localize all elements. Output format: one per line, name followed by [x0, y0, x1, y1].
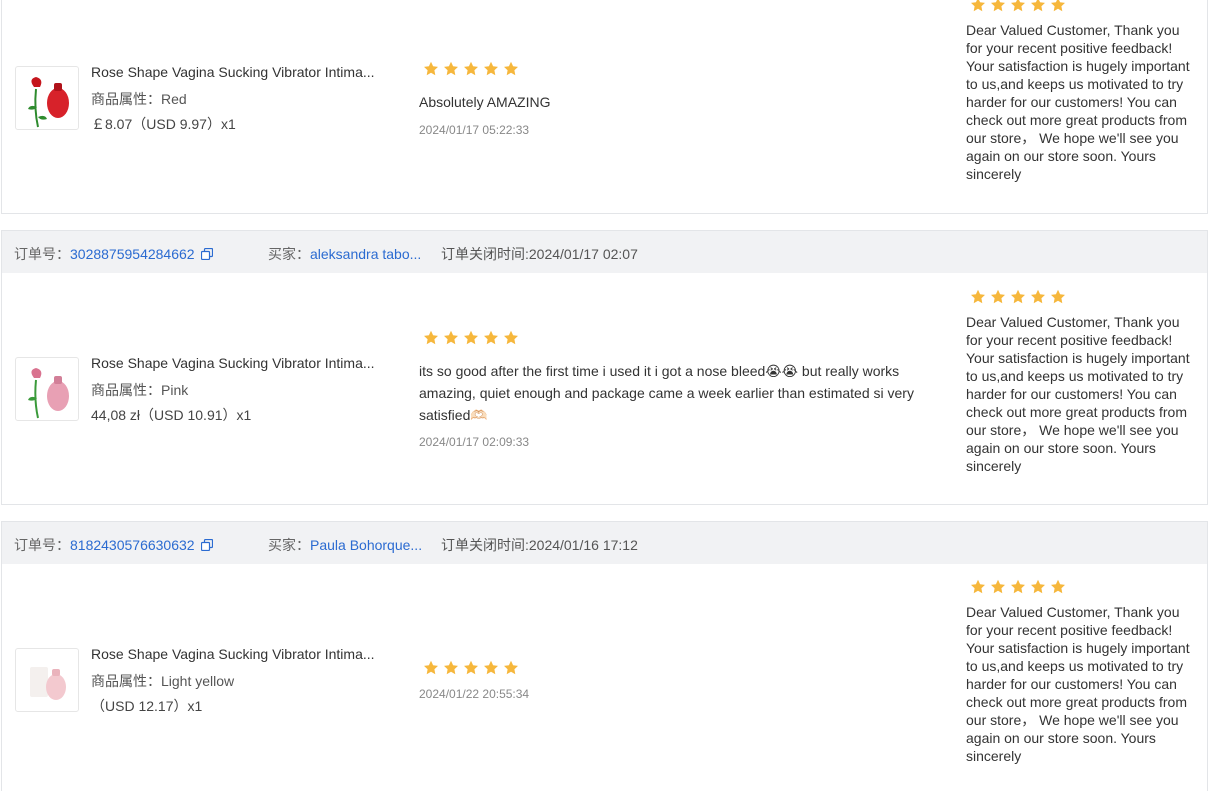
reply-rating [970, 289, 1066, 305]
star-icon [1011, 289, 1025, 304]
review-rating [423, 330, 519, 346]
star-icon [424, 330, 438, 345]
product-thumbnail[interactable] [15, 648, 79, 712]
review-rating [423, 61, 519, 77]
order-header: 订单号： 3028875954284662 买家： aleksandra tab… [1, 230, 1208, 274]
close-time-value: 2024/01/17 02:07 [528, 246, 638, 262]
reply-rating [970, 0, 1066, 13]
close-time: 订单关闭时间:2024/01/16 17:12 [441, 535, 638, 555]
product-thumbnail[interactable] [15, 66, 79, 130]
product-title[interactable]: Rose Shape Vagina Sucking Vibrator Intim… [91, 355, 386, 371]
buyer-link[interactable]: aleksandra tabo... [310, 246, 421, 262]
review-date: 2024/01/22 20:55:34 [419, 687, 530, 701]
order-number-label: 订单号： [14, 246, 70, 262]
product-title[interactable]: Rose Shape Vagina Sucking Vibrator Intim… [91, 646, 386, 662]
order-body: Rose Shape Vagina Sucking Vibrator Intim… [1, 273, 1208, 505]
star-icon [1031, 579, 1045, 594]
product-attribute: 商品属性：Red [91, 89, 187, 109]
star-icon [1051, 0, 1065, 12]
attr-value: Light yellow [161, 673, 235, 689]
star-icon [444, 330, 458, 345]
seller-reply: Dear Valued Customer, Thank you for your… [966, 314, 1190, 474]
star-icon [424, 660, 438, 675]
star-icon [484, 660, 498, 675]
order-header: 订单号： 8182430576630632 买家： Paula Bohorque… [1, 521, 1208, 565]
seller-reply: Dear Valued Customer, Thank you for your… [966, 604, 1190, 764]
attr-value: Pink [161, 382, 189, 398]
review-date: 2024/01/17 05:22:33 [419, 123, 530, 137]
star-icon [1031, 0, 1045, 12]
review-text: its so good after the first time i used … [419, 363, 914, 423]
star-icon [424, 61, 438, 76]
star-icon [484, 330, 498, 345]
star-icon [484, 61, 498, 76]
order-number-label: 订单号： [14, 537, 70, 553]
product-title[interactable]: Rose Shape Vagina Sucking Vibrator Intim… [91, 64, 386, 80]
product-thumbnail[interactable] [15, 357, 79, 421]
review-rating [423, 660, 519, 676]
star-icon [991, 289, 1005, 304]
star-icon [464, 330, 478, 345]
buyer-group: 买家： aleksandra tabo... [268, 244, 421, 264]
order-body: Rose Shape Vagina Sucking Vibrator Intim… [1, 0, 1208, 214]
product-price: 44,08 zł（USD 10.91）x1 [91, 407, 252, 423]
attr-value: Red [161, 91, 187, 107]
close-time-label: 订单关闭时间: [441, 537, 529, 553]
order-number-group: 订单号： 3028875954284662 [14, 244, 213, 264]
star-icon [1031, 289, 1045, 304]
attr-label: 商品属性： [91, 382, 161, 398]
rose-product-image [28, 368, 69, 419]
buyer-link[interactable]: Paula Bohorque... [310, 537, 422, 553]
order-body: Rose Shape Vagina Sucking Vibrator Intim… [1, 564, 1208, 791]
product-attribute: 商品属性：Pink [91, 380, 188, 400]
star-icon [464, 61, 478, 76]
order-number-link[interactable]: 3028875954284662 [70, 246, 195, 262]
close-time-value: 2024/01/16 17:12 [528, 537, 638, 553]
attr-label: 商品属性： [91, 91, 161, 107]
star-icon [991, 579, 1005, 594]
star-icon [1011, 0, 1025, 12]
buyer-label: 买家： [268, 537, 310, 553]
review-date: 2024/01/17 02:09:33 [419, 435, 530, 449]
rose-product-image [30, 667, 66, 700]
product-price: ￡8.07（USD 9.97）x1 [91, 116, 236, 132]
star-icon [971, 289, 985, 304]
product-attribute: 商品属性：Light yellow [91, 671, 234, 691]
star-icon [504, 330, 518, 345]
star-icon [444, 61, 458, 76]
reply-rating [970, 579, 1066, 595]
star-icon [1011, 579, 1025, 594]
star-icon [991, 0, 1005, 12]
seller-reply: Dear Valued Customer, Thank you for your… [966, 22, 1190, 182]
buyer-group: 买家： Paula Bohorque... [268, 535, 422, 555]
product-price: （USD 12.17）x1 [91, 698, 203, 714]
star-icon [504, 660, 518, 675]
star-icon [464, 660, 478, 675]
order-number-group: 订单号： 8182430576630632 [14, 535, 213, 555]
star-icon [504, 61, 518, 76]
review-text: Absolutely AMAZING [419, 94, 551, 110]
buyer-label: 买家： [268, 246, 310, 262]
star-icon [971, 579, 985, 594]
copy-icon[interactable] [200, 248, 213, 260]
star-icon [444, 660, 458, 675]
rose-product-image [28, 77, 69, 128]
star-icon [1051, 289, 1065, 304]
order-number-link[interactable]: 8182430576630632 [70, 537, 195, 553]
review-list: Rose Shape Vagina Sucking Vibrator Intim… [0, 0, 1208, 791]
attr-label: 商品属性： [91, 673, 161, 689]
close-time: 订单关闭时间:2024/01/17 02:07 [441, 244, 638, 264]
close-time-label: 订单关闭时间: [441, 246, 529, 262]
star-icon [1051, 579, 1065, 594]
star-icon [971, 0, 985, 12]
copy-icon[interactable] [200, 539, 213, 551]
